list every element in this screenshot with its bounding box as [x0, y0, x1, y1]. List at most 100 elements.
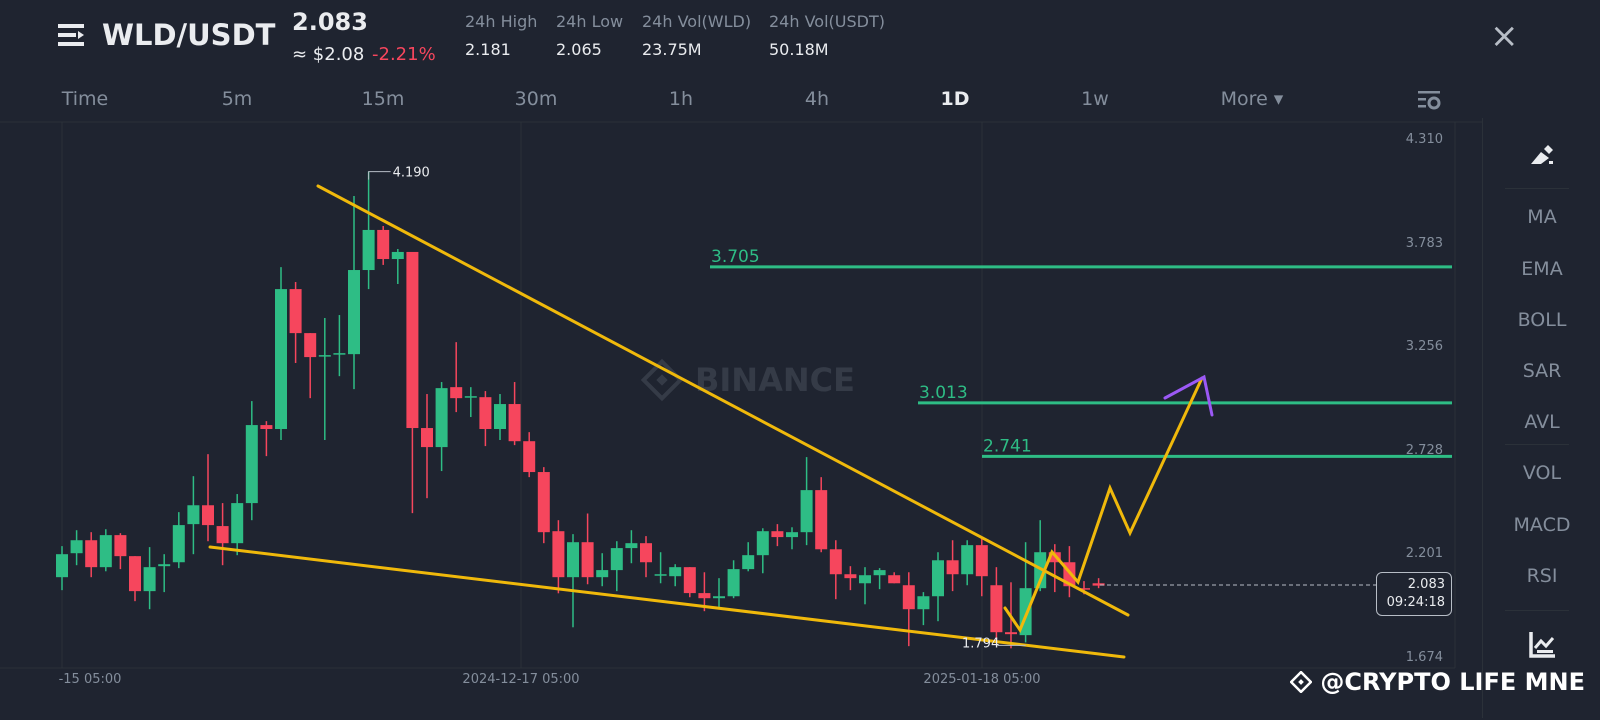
candle [143, 547, 156, 610]
level-label: 2.741 [983, 436, 1032, 456]
candle-body [289, 289, 302, 334]
candle-body [523, 441, 536, 473]
candle-body [1005, 632, 1017, 635]
candle [829, 540, 842, 600]
candle [245, 401, 258, 521]
candle [537, 467, 550, 544]
candle-body [377, 229, 390, 260]
candle [888, 572, 901, 584]
credit-watermark: @CRYPTO LIFE MNE [1289, 668, 1585, 696]
candle [727, 560, 740, 599]
draw-tool-icon[interactable] [1483, 140, 1600, 170]
candle-body [56, 554, 68, 578]
candle [756, 528, 769, 574]
candle-body [946, 560, 959, 575]
candle [231, 494, 244, 556]
candle-body [596, 570, 609, 578]
candle-body [567, 542, 579, 578]
candle [202, 454, 214, 542]
candle [873, 568, 886, 590]
binance-logo-icon [1289, 670, 1313, 694]
close-icon[interactable]: × [1490, 16, 1519, 56]
level-label: 3.013 [919, 383, 968, 403]
candle [815, 477, 828, 553]
candle-body [275, 289, 287, 430]
candle-body [698, 593, 711, 599]
candle-body [333, 353, 346, 355]
candle-body [786, 532, 798, 538]
indicator-sar[interactable]: SAR [1483, 360, 1600, 382]
candlestick-chart[interactable]: BINANCE 3.705 3.013 2.741 4.190 1.794 [0, 0, 1482, 720]
candle [975, 538, 988, 597]
candle-body [202, 505, 214, 526]
indicator-sidebar: MA EMA BOLL SAR AVL VOL MACD RSI [1482, 118, 1600, 718]
candle-body [829, 549, 842, 575]
candle [596, 553, 609, 587]
candle [129, 556, 141, 602]
candle [158, 554, 171, 593]
chart-type-icon[interactable] [1483, 630, 1600, 658]
candle-body [85, 540, 98, 568]
high-label: 4.190 [393, 166, 430, 181]
candle [946, 540, 959, 592]
candle [333, 315, 346, 377]
candle-body [114, 535, 127, 557]
candle-body [158, 564, 171, 567]
candle-body [961, 545, 974, 575]
indicator-ma[interactable]: MA [1483, 206, 1600, 228]
y-tick: 1.674 [1405, 650, 1443, 665]
svg-text:BINANCE: BINANCE [695, 361, 855, 399]
candle [70, 530, 83, 566]
candle-body [479, 397, 492, 430]
candle-body [494, 404, 506, 430]
x-tick: 2025-01-18 05:00 [923, 672, 1041, 687]
candle [494, 394, 506, 441]
candle [771, 524, 784, 547]
y-tick: 3.256 [1405, 339, 1443, 354]
candle [1092, 578, 1105, 589]
y-tick: 2.728 [1405, 443, 1443, 458]
indicator-boll[interactable]: BOLL [1483, 309, 1600, 331]
candle-body [932, 560, 944, 597]
candle-body [713, 596, 725, 599]
candle [435, 382, 448, 472]
candle-body [975, 545, 988, 577]
candle [421, 394, 433, 499]
candle-body [421, 428, 433, 448]
candle [669, 564, 682, 587]
candle-body [581, 542, 594, 578]
indicator-vol[interactable]: VOL [1483, 462, 1600, 484]
candle-body [844, 574, 857, 579]
candle [275, 267, 287, 441]
candle [844, 566, 857, 591]
candle [552, 520, 565, 594]
candle-body [727, 569, 740, 597]
indicator-ema[interactable]: EMA [1483, 258, 1600, 280]
candle [56, 546, 68, 591]
candle-body [143, 567, 156, 592]
candle [902, 572, 915, 647]
candle-body [888, 575, 901, 584]
indicator-avl[interactable]: AVL [1483, 411, 1600, 433]
candle [318, 317, 331, 441]
candle-body [669, 567, 682, 577]
candle-body [362, 229, 375, 271]
candle-body [537, 472, 550, 533]
candle-body [859, 575, 871, 584]
candle-body [435, 388, 448, 448]
y-tick: 2.201 [1405, 546, 1443, 561]
candle-body [318, 355, 331, 357]
candle-body [902, 585, 915, 610]
candle [464, 387, 477, 418]
indicator-rsi[interactable]: RSI [1483, 565, 1600, 587]
candle [640, 536, 652, 578]
candle [289, 282, 302, 363]
candle-body [756, 531, 769, 556]
candle-body [129, 556, 141, 592]
current-price: 2.083 [1407, 577, 1445, 592]
candle [114, 533, 127, 570]
indicator-macd[interactable]: MACD [1483, 514, 1600, 536]
candle-body [552, 531, 565, 578]
candle-body [216, 526, 229, 544]
current-price-box: 2.083 09:24:18 [1376, 572, 1452, 616]
